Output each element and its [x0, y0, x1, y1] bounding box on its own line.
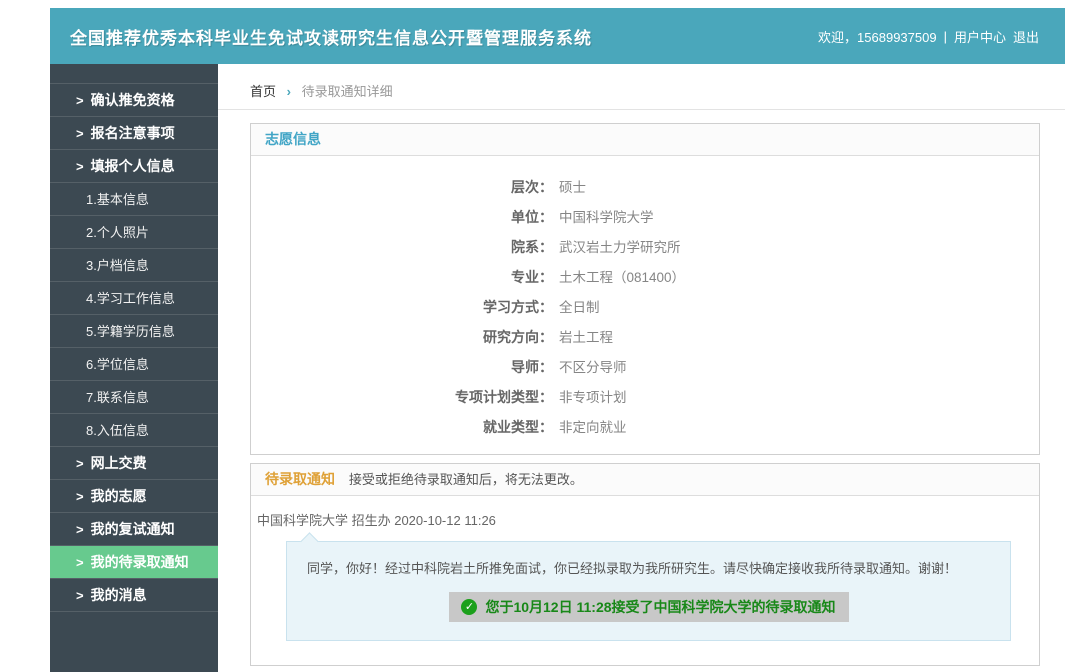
- sidebar-item-label: 我的消息: [91, 587, 147, 603]
- user-center-link[interactable]: 用户中心: [954, 27, 1006, 46]
- sidebar-item-label: 8.入伍信息: [86, 423, 149, 438]
- sidebar: > 确认推免资格 > 报名注意事项 > 填报个人信息 1.基本信息 2.个人照片 3.…: [50, 64, 218, 672]
- breadcrumb: 首页 › 待录取通知详细: [218, 64, 1065, 110]
- app-title: 全国推荐优秀本科毕业生免试攻读研究生信息公开暨管理服务系统: [70, 24, 592, 49]
- chevron-icon: >: [76, 93, 84, 108]
- logout-link[interactable]: 退出: [1013, 27, 1039, 46]
- sidebar-item-military-info[interactable]: 8.入伍信息: [50, 414, 218, 447]
- volunteer-panel-body: 层次： 硕士 单位： 中国科学院大学 院系： 武汉岩土力学研究所 专业： 土木工程（08…: [251, 156, 1039, 454]
- field-value: 岩土工程: [559, 330, 613, 345]
- sidebar-item-study-work-info[interactable]: 4.学习工作信息: [50, 282, 218, 315]
- field-value: 中国科学院大学: [559, 210, 654, 225]
- field-label: 导师：: [251, 352, 553, 382]
- sidebar-item-label: 3.户档信息: [86, 258, 149, 273]
- sidebar-item-confirm-qualification[interactable]: > 确认推免资格: [50, 84, 218, 117]
- sidebar-item-online-payment[interactable]: > 网上交费: [50, 447, 218, 480]
- field-row-employment-type: 就业类型： 非定向就业: [251, 412, 1039, 442]
- sidebar-item-label: 确认推免资格: [91, 92, 175, 108]
- chevron-icon: >: [76, 522, 84, 537]
- field-label: 专项计划类型：: [251, 382, 553, 412]
- sidebar-item-registration-notes[interactable]: > 报名注意事项: [50, 117, 218, 150]
- sidebar-item-label: 1.基本信息: [86, 192, 149, 207]
- notice-message-bubble: 同学，你好！经过中科院岩土所推免面试，你已经拟录取为我所研究生。请尽快确定接收我…: [286, 541, 1011, 641]
- notice-sender: 中国科学院大学 招生办 2020-10-12 11:26: [251, 510, 1039, 529]
- sidebar-item-degree-info[interactable]: 6.学位信息: [50, 348, 218, 381]
- field-value: 武汉岩土力学研究所: [559, 240, 681, 255]
- user-box: 欢迎，15689937509 | 用户中心 退出: [818, 27, 1039, 46]
- divider: |: [944, 29, 947, 44]
- field-label: 单位：: [251, 202, 553, 232]
- check-circle-icon: ✓: [461, 599, 477, 615]
- field-row-special-plan: 专项计划类型： 非专项计划: [251, 382, 1039, 412]
- sidebar-item-label: 4.学习工作信息: [86, 291, 175, 306]
- field-row-supervisor: 导师： 不区分导师: [251, 352, 1039, 382]
- sidebar-item-contact-info[interactable]: 7.联系信息: [50, 381, 218, 414]
- volunteer-info-panel: 志愿信息 层次： 硕士 单位： 中国科学院大学 院系： 武汉岩土力学研究所: [250, 123, 1040, 455]
- sidebar-item-label: 我的志愿: [91, 488, 147, 504]
- volunteer-panel-header: 志愿信息: [251, 124, 1039, 156]
- sidebar-item-my-retest-notice[interactable]: > 我的复试通知: [50, 513, 218, 546]
- field-value: 非专项计划: [559, 390, 627, 405]
- field-row-department: 院系： 武汉岩土力学研究所: [251, 232, 1039, 262]
- chevron-icon: >: [76, 456, 84, 471]
- sidebar-item-my-volunteer[interactable]: > 我的志愿: [50, 480, 218, 513]
- welcome-text: 欢迎，15689937509: [818, 27, 937, 46]
- sidebar-item-label: 6.学位信息: [86, 357, 149, 372]
- sidebar-item-my-admission-notice[interactable]: > 我的待录取通知: [50, 546, 218, 579]
- page-frame: 全国推荐优秀本科毕业生免试攻读研究生信息公开暨管理服务系统 欢迎，1568993…: [50, 8, 1065, 672]
- main-layout: > 确认推免资格 > 报名注意事项 > 填报个人信息 1.基本信息 2.个人照片 3.…: [50, 64, 1065, 672]
- field-value: 硕士: [559, 180, 586, 195]
- sidebar-item-personal-info[interactable]: > 填报个人信息: [50, 150, 218, 183]
- accept-status-text: 您于10月12日 11:28接受了中国科学院大学的待录取通知: [485, 597, 835, 617]
- admission-notice-panel: 待录取通知 接受或拒绝待录取通知后，将无法更改。 中国科学院大学 招生办 202…: [250, 463, 1040, 666]
- chevron-icon: >: [76, 588, 84, 603]
- notice-panel-header: 待录取通知 接受或拒绝待录取通知后，将无法更改。: [251, 464, 1039, 496]
- sidebar-spacer: [50, 64, 218, 84]
- chevron-icon: >: [76, 489, 84, 504]
- notice-panel-body: 中国科学院大学 招生办 2020-10-12 11:26 同学，你好！经过中科院…: [251, 496, 1039, 665]
- chevron-icon: >: [76, 555, 84, 570]
- sidebar-item-label: 2.个人照片: [86, 225, 149, 240]
- sidebar-item-label: 填报个人信息: [91, 158, 175, 174]
- breadcrumb-separator-icon: ›: [287, 84, 291, 99]
- notice-panel-title: 待录取通知: [265, 471, 335, 487]
- sidebar-item-my-messages[interactable]: > 我的消息: [50, 579, 218, 612]
- field-value: 全日制: [559, 300, 600, 315]
- notice-message-text: 同学，你好！经过中科院岩土所推免面试，你已经拟录取为我所研究生。请尽快确定接收我…: [307, 558, 990, 577]
- field-label: 专业：: [251, 262, 553, 292]
- notice-panel-note: 接受或拒绝待录取通知后，将无法更改。: [349, 472, 583, 487]
- sidebar-item-student-status-education[interactable]: 5.学籍学历信息: [50, 315, 218, 348]
- sidebar-item-basic-info[interactable]: 1.基本信息: [50, 183, 218, 216]
- content-area: 首页 › 待录取通知详细 志愿信息 层次： 硕士 单位： 中国科学院大学: [218, 64, 1065, 672]
- sidebar-item-label: 5.学籍学历信息: [86, 324, 175, 339]
- field-row-research-direction: 研究方向： 岩土工程: [251, 322, 1039, 352]
- sidebar-item-label: 报名注意事项: [91, 125, 175, 141]
- breadcrumb-current: 待录取通知详细: [302, 84, 393, 99]
- field-label: 学习方式：: [251, 292, 553, 322]
- field-row-level: 层次： 硕士: [251, 172, 1039, 202]
- sidebar-item-label: 我的复试通知: [91, 521, 175, 537]
- chevron-icon: >: [76, 159, 84, 174]
- chevron-icon: >: [76, 126, 84, 141]
- field-value: 不区分导师: [559, 360, 627, 375]
- sidebar-item-label: 7.联系信息: [86, 390, 149, 405]
- field-label: 院系：: [251, 232, 553, 262]
- panels-wrap: 志愿信息 层次： 硕士 单位： 中国科学院大学 院系： 武汉岩土力学研究所: [218, 110, 1065, 666]
- volunteer-panel-title: 志愿信息: [265, 131, 321, 147]
- field-label: 研究方向：: [251, 322, 553, 352]
- accept-status-bar: ✓ 您于10月12日 11:28接受了中国科学院大学的待录取通知: [449, 592, 849, 622]
- field-value: 非定向就业: [559, 420, 627, 435]
- field-row-university: 单位： 中国科学院大学: [251, 202, 1039, 232]
- breadcrumb-home-link[interactable]: 首页: [250, 84, 276, 99]
- sidebar-item-household-archive[interactable]: 3.户档信息: [50, 249, 218, 282]
- app-header: 全国推荐优秀本科毕业生免试攻读研究生信息公开暨管理服务系统 欢迎，1568993…: [50, 8, 1065, 64]
- sidebar-item-photo[interactable]: 2.个人照片: [50, 216, 218, 249]
- field-row-major: 专业： 土木工程（081400）: [251, 262, 1039, 292]
- sidebar-item-label: 我的待录取通知: [91, 554, 189, 570]
- field-row-study-mode: 学习方式： 全日制: [251, 292, 1039, 322]
- sidebar-item-label: 网上交费: [91, 455, 147, 471]
- field-label: 就业类型：: [251, 412, 553, 442]
- field-label: 层次：: [251, 172, 553, 202]
- field-value: 土木工程（081400）: [559, 270, 685, 285]
